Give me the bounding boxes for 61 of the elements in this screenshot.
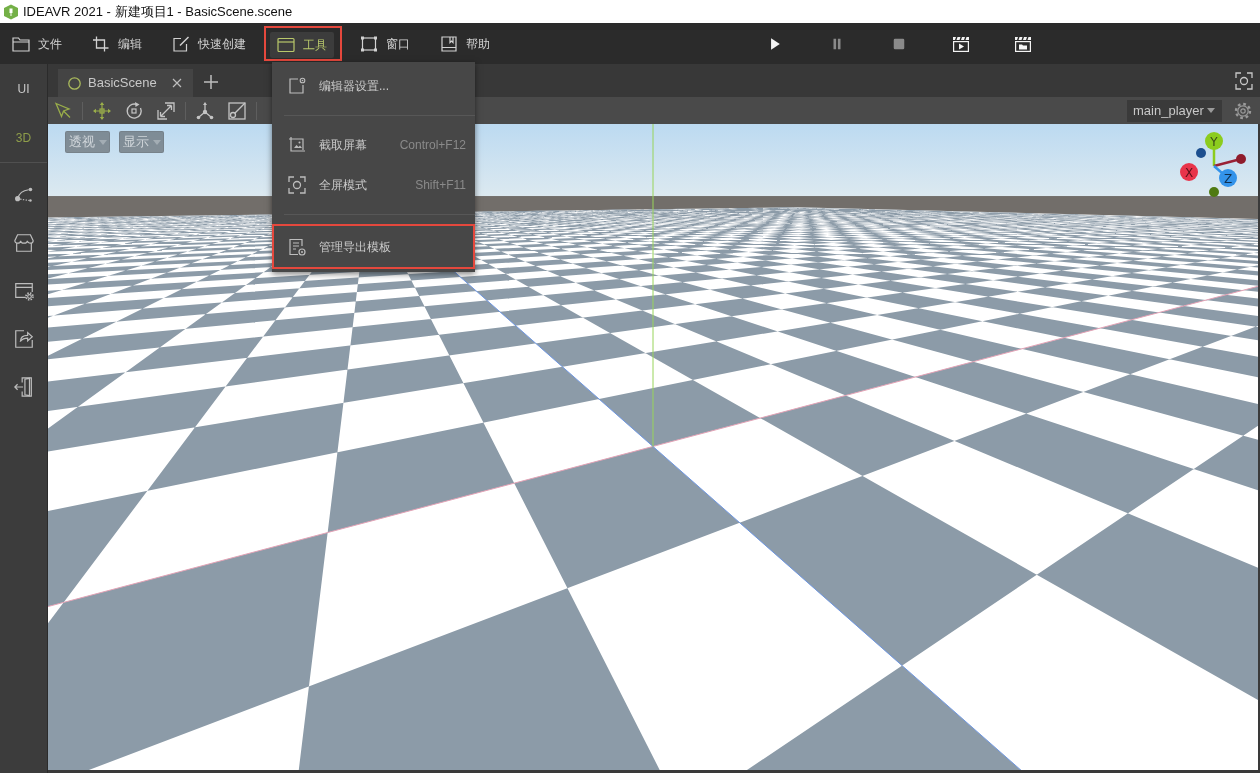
close-icon (172, 78, 182, 88)
clapperboard-play-icon (952, 35, 970, 52)
folder-icon (12, 35, 30, 52)
menu-item[interactable]: 管理导出模板 (274, 226, 473, 267)
side-tab[interactable]: UI (13, 78, 34, 99)
settings-page-icon (288, 77, 306, 95)
stop-icon (892, 36, 906, 51)
fullscreen-icon (1235, 71, 1253, 90)
fullscreen-button[interactable] (1233, 69, 1255, 92)
play-icon (768, 36, 782, 51)
document-gear-icon (288, 237, 306, 256)
camera-dropdown[interactable]: main_player (1127, 99, 1222, 122)
book-icon (440, 35, 458, 52)
side-tab[interactable]: 3D (11, 127, 36, 148)
window-icon (277, 37, 295, 53)
axis-handle[interactable] (1209, 187, 1219, 197)
store-icon (12, 232, 35, 254)
ring-icon (68, 76, 81, 90)
cursor-icon (53, 100, 73, 121)
exit-door-icon (12, 376, 35, 398)
scale-icon (156, 100, 176, 121)
menu-item[interactable]: 帮助 (433, 30, 497, 57)
frame-icon (360, 35, 378, 52)
screenshot-icon (288, 136, 306, 154)
menu-item[interactable]: 快速创建 (165, 30, 253, 57)
caret-icon (153, 139, 161, 145)
caret-icon (99, 139, 107, 145)
crop-icon (92, 35, 110, 52)
app-logo-icon (3, 3, 19, 20)
window-title: IDEAVR 2021 - 新建项目1 - BasicScene.scene (23, 5, 293, 18)
settings-button[interactable] (1233, 100, 1253, 121)
edit-icon (172, 35, 190, 52)
settings-icon (1233, 100, 1253, 121)
window-gear-icon (12, 280, 35, 302)
move-icon (92, 100, 112, 121)
axis-handle[interactable] (1205, 132, 1223, 150)
axis-handle[interactable] (1236, 154, 1246, 164)
plus-icon (204, 75, 218, 89)
menu-item[interactable]: 窗口 (353, 30, 417, 57)
menu-item[interactable]: 编辑 (85, 30, 149, 57)
axis-handle[interactable] (1219, 169, 1237, 187)
menu-item[interactable]: 编辑器设置... (272, 66, 475, 106)
axis-handle[interactable] (1196, 148, 1206, 158)
square-diagonal-icon (227, 100, 247, 121)
menu-item[interactable]: 截取屏幕 Control+F12 (272, 125, 475, 165)
axis-label: X (1184, 165, 1194, 180)
pivot-icon (195, 100, 215, 121)
menu-item[interactable]: 全屏模式 Shift+F11 (272, 165, 475, 205)
axis-label: Y (1210, 134, 1218, 149)
clapperboard-folder-icon (1014, 35, 1032, 52)
axis-handle[interactable] (1180, 163, 1198, 181)
document-tab[interactable]: BasicScene (58, 69, 193, 97)
tab-label: BasicScene (88, 74, 157, 93)
fullscreen-icon (288, 176, 306, 194)
axis-label: Z (1223, 171, 1233, 186)
add-tab-button[interactable] (201, 72, 221, 92)
caret-icon (1207, 108, 1215, 113)
share-icon (12, 328, 35, 350)
menu-item[interactable]: 工具 (270, 32, 334, 58)
rotate-icon (124, 100, 144, 121)
menu-item[interactable]: 文件 (5, 30, 69, 57)
